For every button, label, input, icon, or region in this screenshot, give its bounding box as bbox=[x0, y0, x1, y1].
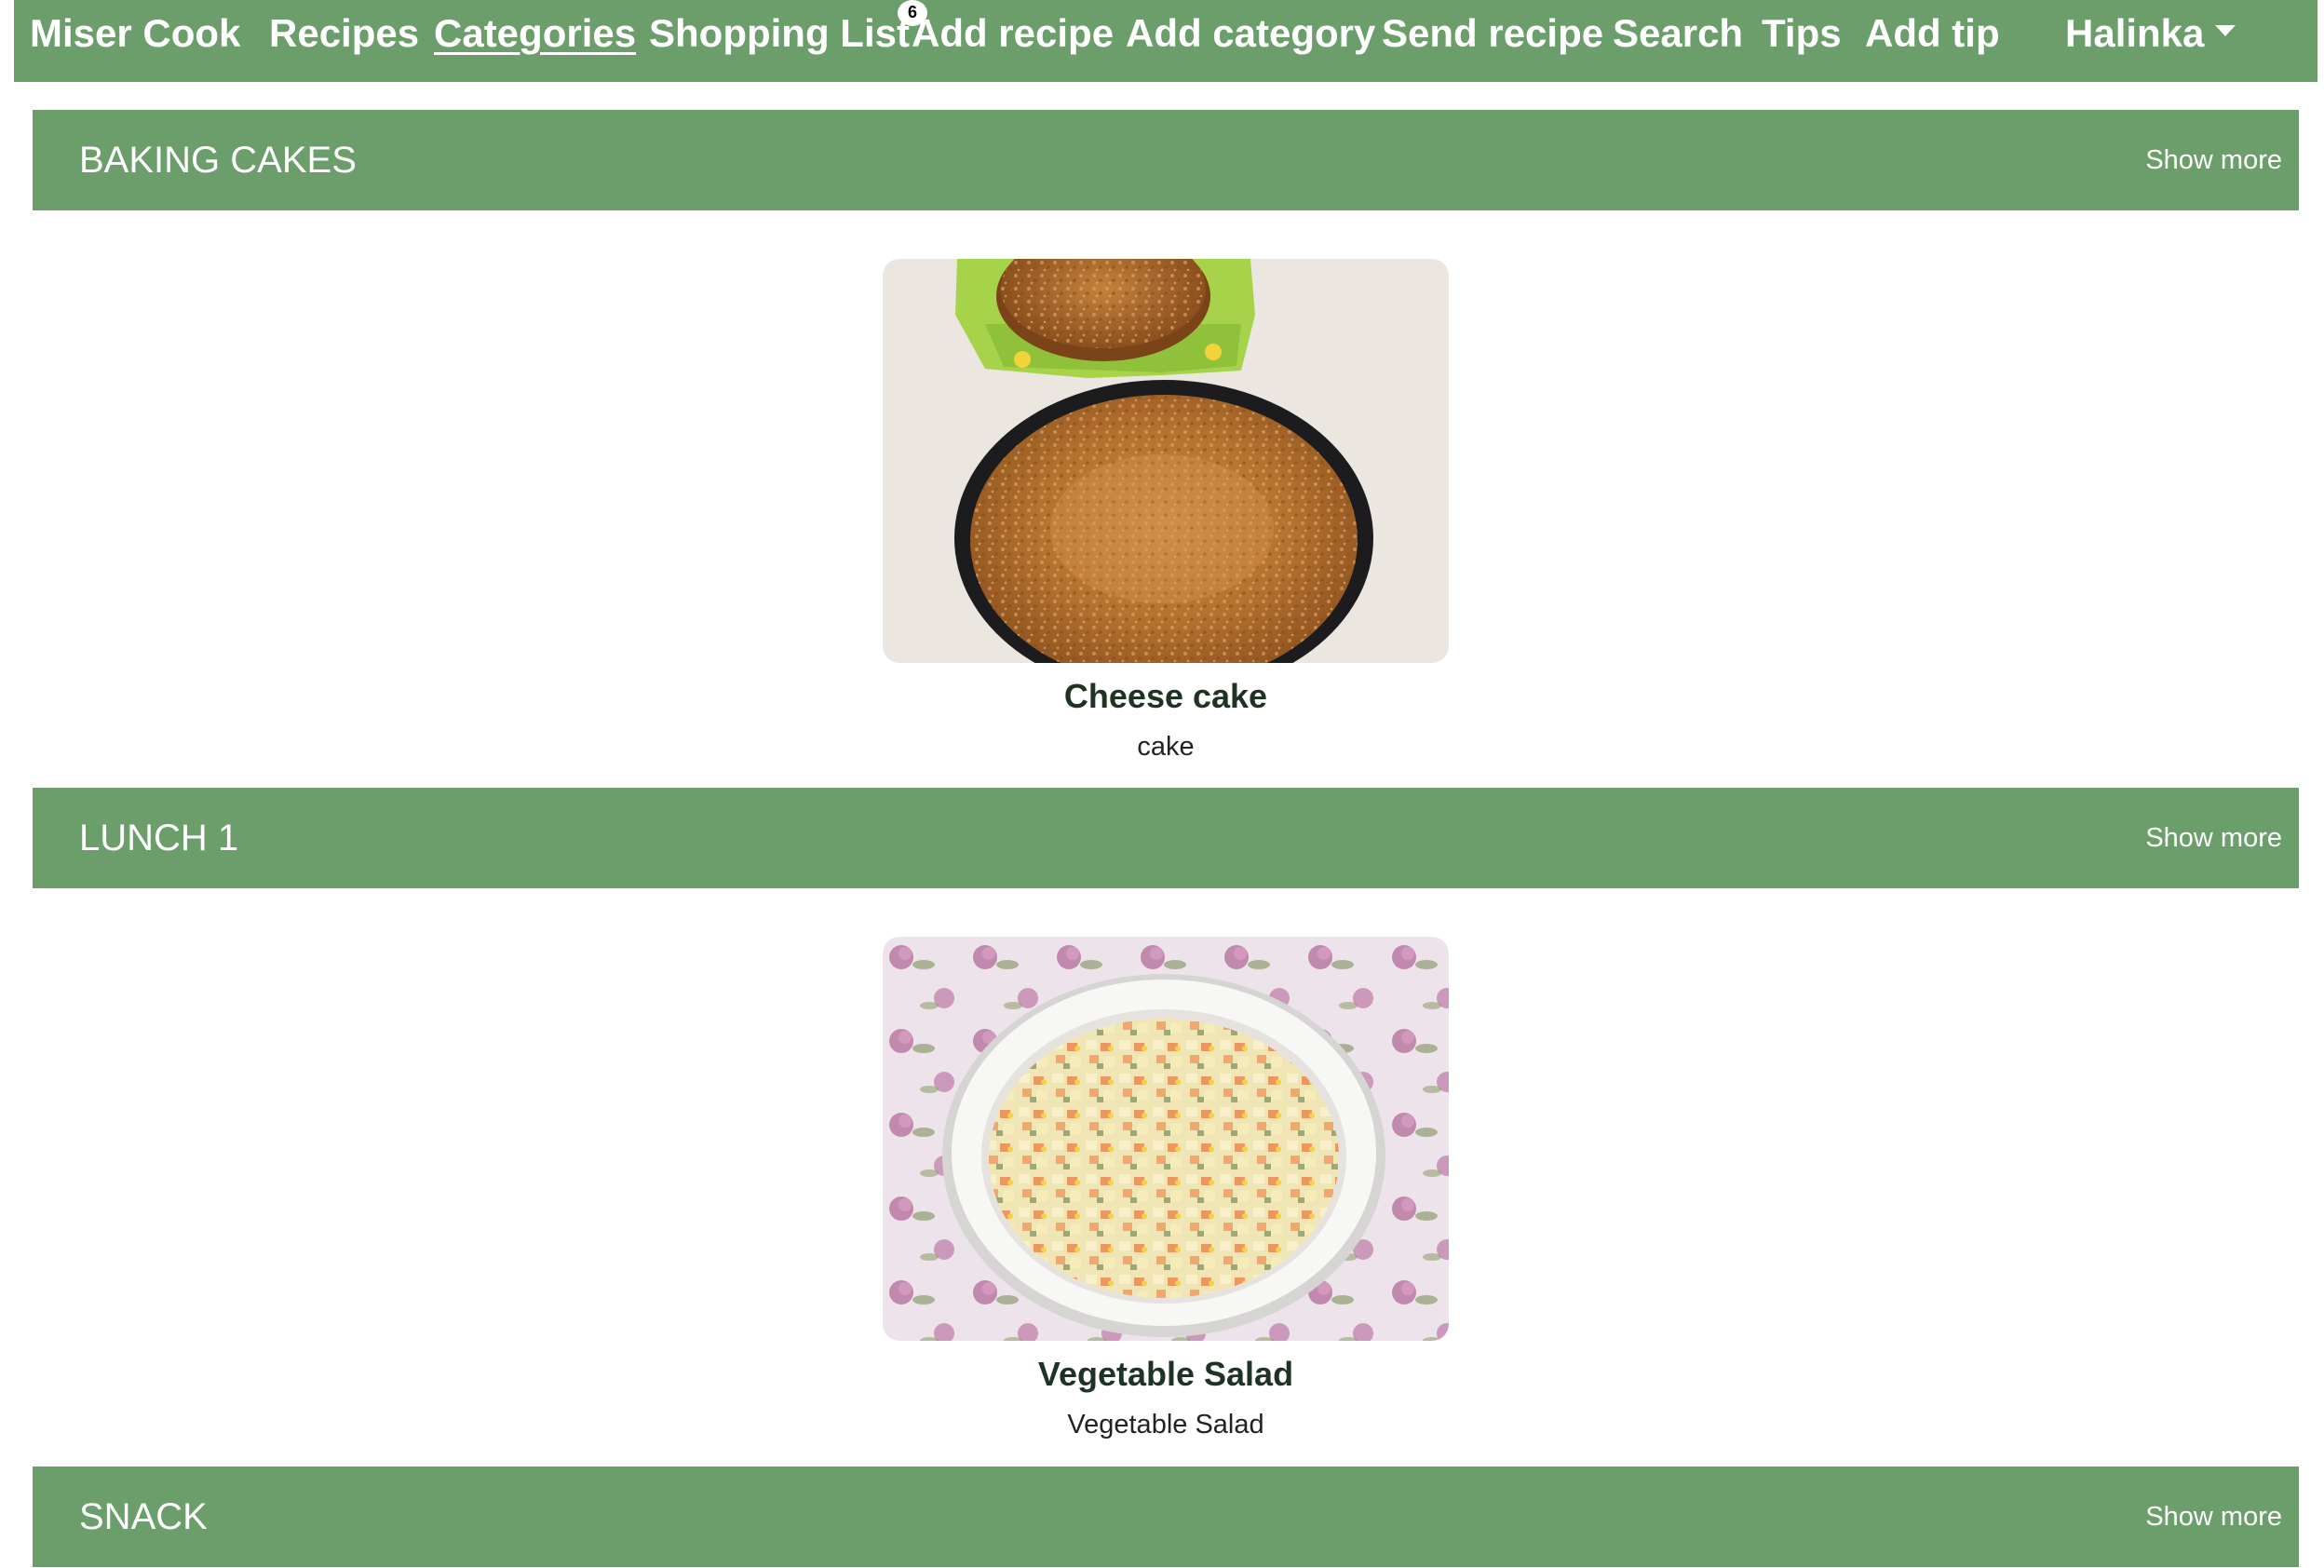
nav-add-tip[interactable]: Add tip bbox=[1865, 9, 2000, 58]
category-header-snack: SNACK Show more bbox=[33, 1467, 2299, 1567]
nav-add-category[interactable]: Add category bbox=[1126, 9, 1375, 58]
category-title: BAKING CAKES bbox=[79, 140, 357, 181]
cheesecake-photo[interactable] bbox=[883, 259, 1449, 663]
vegetable-salad-photo[interactable] bbox=[883, 937, 1449, 1341]
category-header-lunch-1: LUNCH 1 Show more bbox=[33, 788, 2299, 888]
nav-categories[interactable]: Categories bbox=[434, 9, 636, 58]
recipe-card-vegetable-salad[interactable]: Vegetable Salad Vegetable Salad bbox=[883, 937, 1449, 1441]
nav-add-recipe[interactable]: Add recipe bbox=[912, 9, 1114, 58]
user-name: Halinka bbox=[2065, 11, 2205, 55]
recipe-card-cheese-cake[interactable]: Cheese cake cake bbox=[883, 259, 1449, 764]
page: Miser Cook Recipes Categories Shopping L… bbox=[0, 0, 2324, 1568]
nav-search[interactable]: Search bbox=[1613, 9, 1743, 58]
nav-tips[interactable]: Tips bbox=[1762, 9, 1842, 58]
user-menu-toggle[interactable]: Halinka bbox=[2065, 9, 2236, 58]
category-title: SNACK bbox=[79, 1496, 208, 1537]
nav-recipes[interactable]: Recipes bbox=[269, 9, 419, 58]
recipe-title[interactable]: Vegetable Salad bbox=[883, 1354, 1449, 1395]
recipe-description: Vegetable Salad bbox=[1067, 1410, 1264, 1440]
top-navbar: Miser Cook Recipes Categories Shopping L… bbox=[14, 0, 2317, 82]
caret-down-icon bbox=[2215, 24, 2236, 36]
show-more-link[interactable]: Show more bbox=[2145, 1500, 2282, 1534]
category-title: LUNCH 1 bbox=[79, 818, 239, 858]
brand-link[interactable]: Miser Cook bbox=[30, 9, 240, 58]
show-more-link[interactable]: Show more bbox=[2145, 143, 2282, 177]
category-header-baking-cakes: BAKING CAKES Show more bbox=[33, 110, 2299, 210]
recipe-description: cake bbox=[1137, 732, 1195, 762]
recipe-title[interactable]: Cheese cake bbox=[883, 676, 1449, 717]
nav-shopping-list[interactable]: Shopping List bbox=[649, 9, 910, 58]
nav-send-recipe[interactable]: Send recipe bbox=[1382, 9, 1603, 58]
show-more-link[interactable]: Show more bbox=[2145, 821, 2282, 855]
